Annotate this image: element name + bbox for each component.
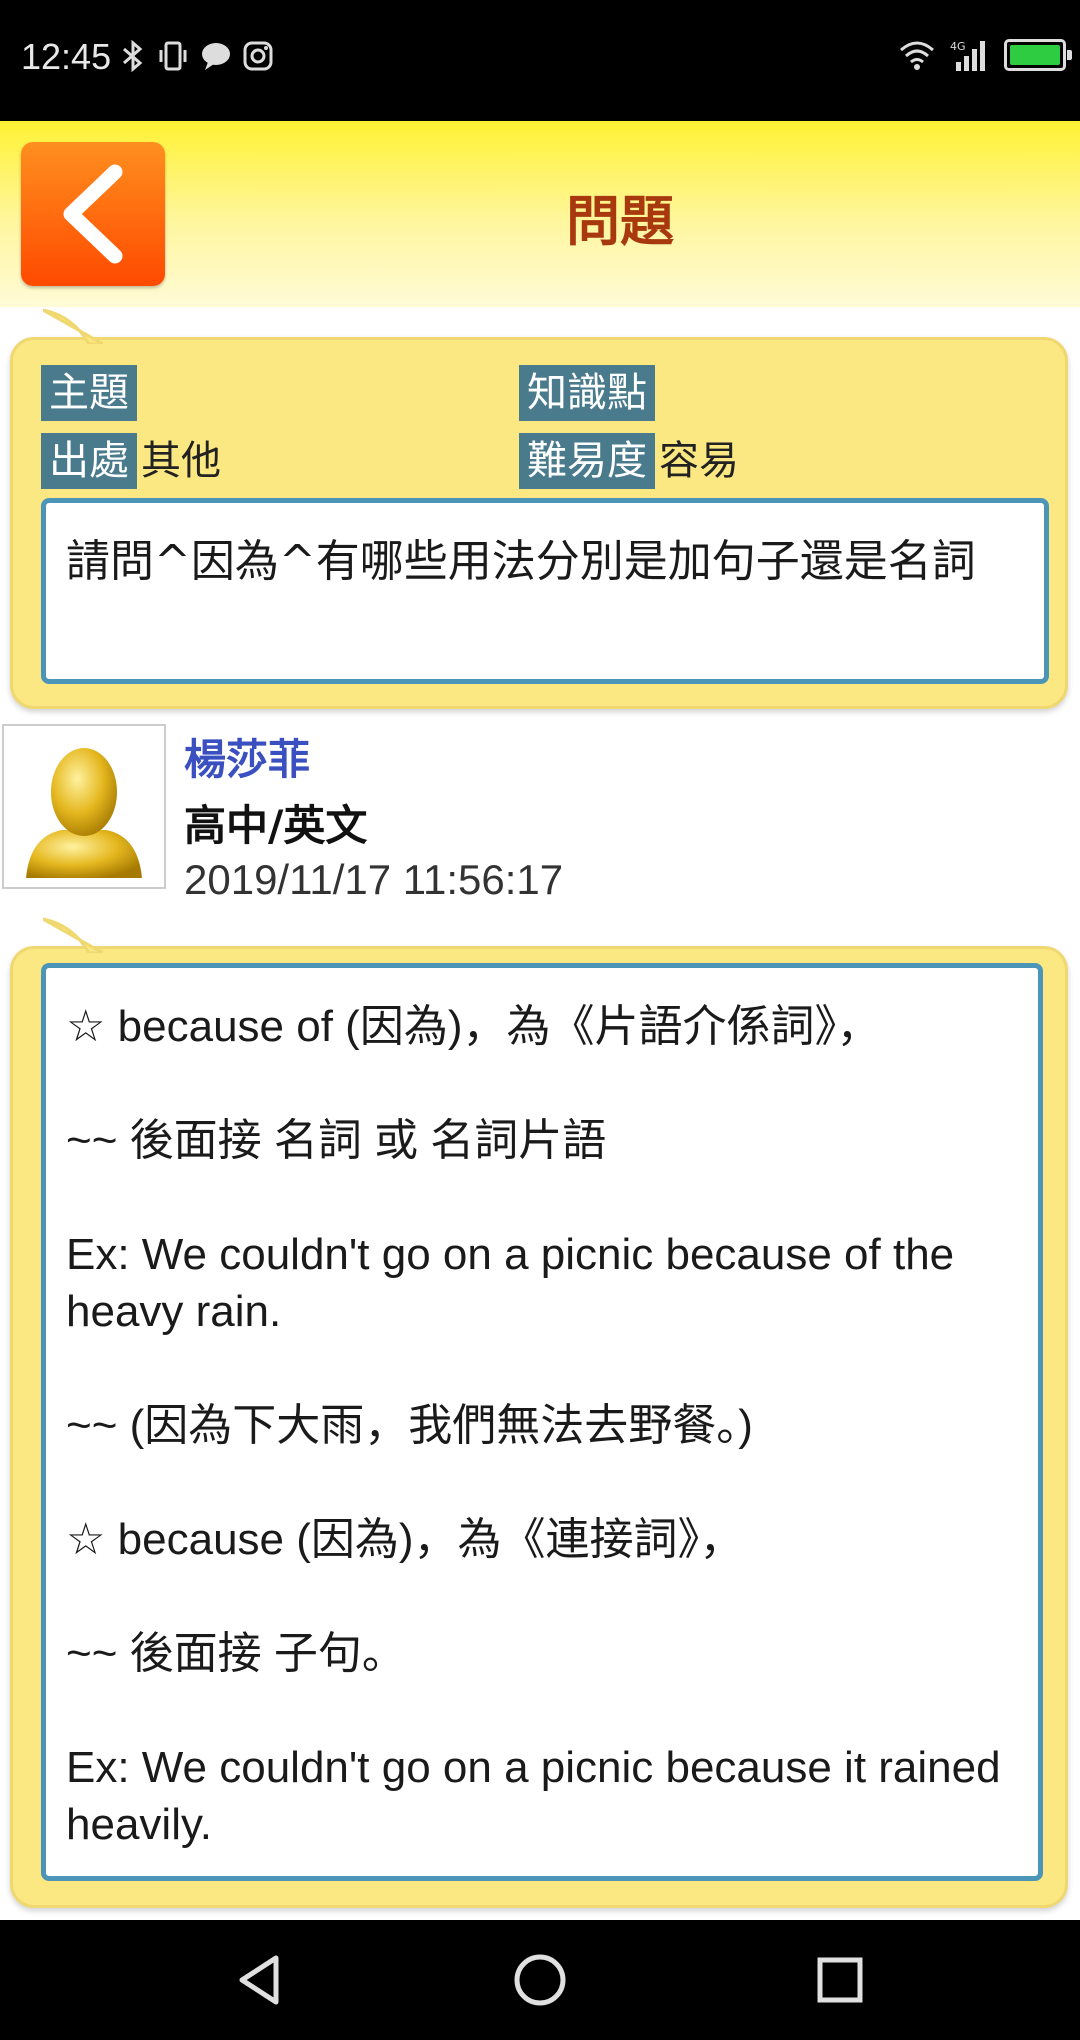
bluetooth-icon — [123, 40, 143, 72]
answer-author: 楊莎菲 高中/英文 2019/11/17 11:56:17 — [0, 722, 1080, 903]
answer-line — [66, 1169, 1018, 1226]
triangle-back-icon — [239, 1955, 279, 2005]
circle-home-icon — [514, 1954, 566, 2006]
answer-line: Ex: We couldn't go on a picnic because i… — [66, 1743, 1001, 1849]
source-label: 出處 — [41, 433, 137, 489]
bubble-tail — [43, 917, 103, 953]
answer-line: ~~ (因為下大雨，我們無法去野餐。) — [66, 1401, 753, 1450]
vibrate-icon — [159, 41, 187, 71]
nav-recents-button[interactable] — [760, 1920, 920, 2040]
user-silhouette-icon — [26, 748, 142, 878]
answer-line — [66, 1454, 1018, 1511]
knowledge-label: 知識點 — [519, 365, 655, 421]
notification-icons — [120, 40, 274, 72]
page-title: 問題 — [566, 190, 674, 253]
square-recents-icon — [817, 1957, 863, 2003]
svg-text:4G: 4G — [950, 40, 966, 53]
battery-icon — [1004, 39, 1072, 71]
answer-line: ~~ 後面接 名詞 或 名詞片語 — [66, 1116, 607, 1165]
difficulty-label: 難易度 — [519, 433, 655, 489]
answer-line: ~~ 後面接 子句。 — [66, 1629, 406, 1678]
answer-text: ☆ because of (因為)，為《片語介係詞》， ~~ 後面接 名詞 或 … — [41, 963, 1043, 1881]
status-time: 12:45 — [21, 36, 112, 77]
answer-line — [66, 1055, 1018, 1112]
answer-timestamp: 2019/11/17 11:56:17 — [184, 856, 564, 903]
answer-card: ☆ because of (因為)，為《片語介係詞》， ~~ 後面接 名詞 或 … — [10, 917, 1068, 1908]
author-school: 高中/英文 — [184, 801, 368, 850]
instagram-icon — [243, 41, 273, 71]
system-icons: 4G — [898, 38, 1072, 72]
answer-line: ☆ because (因為)，為《連接詞》， — [66, 1515, 744, 1564]
bubble-tail — [43, 308, 103, 344]
app-header: 問題 — [0, 121, 1080, 307]
source-value: 其他 — [141, 438, 221, 484]
chat-icon — [202, 43, 230, 70]
wifi-icon — [900, 41, 934, 70]
avatar[interactable] — [2, 724, 166, 889]
difficulty-row: 難易度 容易 — [519, 433, 739, 489]
answer-line — [66, 1568, 1018, 1625]
difficulty-value: 容易 — [659, 438, 739, 484]
signal-4g-icon: 4G — [950, 40, 985, 71]
nav-back-button[interactable] — [180, 1920, 340, 2040]
nav-home-button[interactable] — [460, 1920, 620, 2040]
author-name[interactable]: 楊莎菲 — [184, 726, 310, 787]
answer-line — [66, 1340, 1018, 1397]
question-text: 請問^因為^有哪些用法分別是加句子還是名詞 — [41, 498, 1049, 684]
answer-line: ☆ because of (因為)，為《片語介係詞》， — [66, 1002, 881, 1051]
question-card: 主題 知識點 出處 其他 難易度 容易 請問^因為^有哪些用法分別是加句子還是名… — [10, 308, 1068, 709]
topic-label: 主題 — [41, 365, 137, 421]
answer-line — [66, 1682, 1018, 1739]
status-bar: 12:45 4G — [0, 0, 1080, 121]
topic-row: 主題 — [41, 365, 141, 421]
answer-line: Ex: We couldn't go on a picnic because o… — [66, 1230, 955, 1336]
knowledge-row: 知識點 — [519, 365, 659, 421]
source-row: 出處 其他 — [41, 433, 221, 489]
system-nav-bar — [0, 1920, 1080, 2040]
